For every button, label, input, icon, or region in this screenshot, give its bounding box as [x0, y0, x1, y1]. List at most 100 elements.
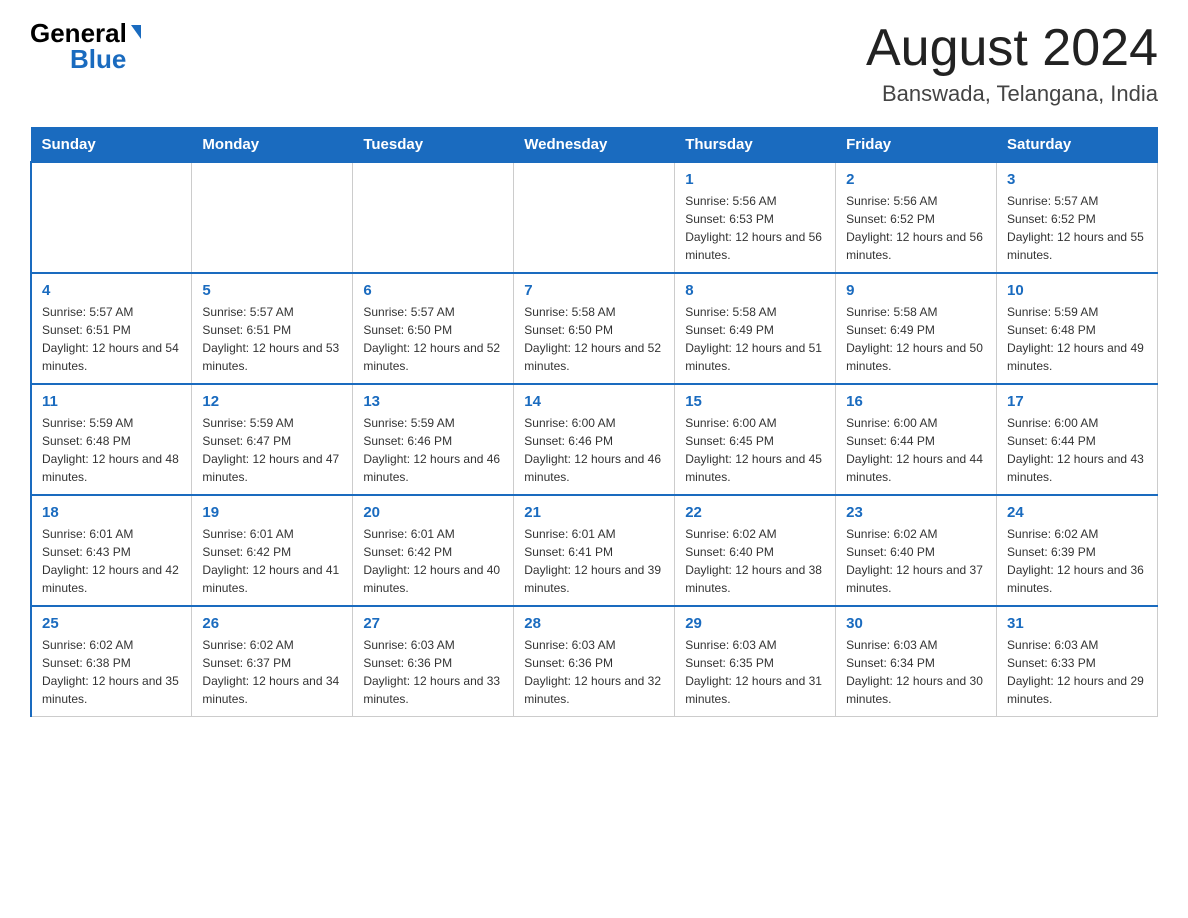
day-number: 24 [1007, 504, 1147, 521]
calendar-cell: 21 Sunrise: 6:01 AMSunset: 6:41 PMDayligh… [514, 495, 675, 606]
calendar-header-tuesday: Tuesday [353, 128, 514, 163]
calendar-cell: 7 Sunrise: 5:58 AMSunset: 6:50 PMDaylight… [514, 273, 675, 384]
day-info: Sunrise: 5:56 AMSunset: 6:53 PMDaylight:… [685, 192, 825, 264]
calendar-cell: 13 Sunrise: 5:59 AMSunset: 6:46 PMDayligh… [353, 384, 514, 495]
logo-general-text: General [30, 20, 127, 46]
calendar-week-row: 4 Sunrise: 5:57 AMSunset: 6:51 PMDaylight… [31, 273, 1158, 384]
day-number: 28 [524, 615, 664, 632]
day-info: Sunrise: 5:57 AMSunset: 6:52 PMDaylight:… [1007, 192, 1147, 264]
day-info: Sunrise: 5:58 AMSunset: 6:49 PMDaylight:… [846, 303, 986, 375]
calendar-cell: 19 Sunrise: 6:01 AMSunset: 6:42 PMDayligh… [192, 495, 353, 606]
day-info: Sunrise: 5:59 AMSunset: 6:47 PMDaylight:… [202, 414, 342, 486]
day-number: 10 [1007, 282, 1147, 299]
day-number: 23 [846, 504, 986, 521]
day-info: Sunrise: 5:58 AMSunset: 6:49 PMDaylight:… [685, 303, 825, 375]
calendar-cell: 24 Sunrise: 6:02 AMSunset: 6:39 PMDayligh… [997, 495, 1158, 606]
page-header: General Blue August 2024 Banswada, Telan… [30, 20, 1158, 107]
day-number: 14 [524, 393, 664, 410]
day-number: 4 [42, 282, 181, 299]
calendar-cell: 25 Sunrise: 6:02 AMSunset: 6:38 PMDayligh… [31, 606, 192, 717]
calendar-cell: 14 Sunrise: 6:00 AMSunset: 6:46 PMDayligh… [514, 384, 675, 495]
calendar-cell: 31 Sunrise: 6:03 AMSunset: 6:33 PMDayligh… [997, 606, 1158, 717]
day-number: 1 [685, 171, 825, 188]
calendar-cell [514, 162, 675, 273]
day-number: 17 [1007, 393, 1147, 410]
calendar-cell: 17 Sunrise: 6:00 AMSunset: 6:44 PMDayligh… [997, 384, 1158, 495]
calendar-cell [353, 162, 514, 273]
day-info: Sunrise: 5:59 AMSunset: 6:48 PMDaylight:… [1007, 303, 1147, 375]
day-number: 15 [685, 393, 825, 410]
calendar-cell: 16 Sunrise: 6:00 AMSunset: 6:44 PMDayligh… [836, 384, 997, 495]
calendar-cell: 2Sunrise: 5:56 AMSunset: 6:52 PMDaylight… [836, 162, 997, 273]
calendar-cell: 9 Sunrise: 5:58 AMSunset: 6:49 PMDaylight… [836, 273, 997, 384]
day-info: Sunrise: 6:01 AMSunset: 6:41 PMDaylight:… [524, 525, 664, 597]
calendar-cell: 30 Sunrise: 6:03 AMSunset: 6:34 PMDayligh… [836, 606, 997, 717]
day-info: Sunrise: 5:56 AMSunset: 6:52 PMDaylight:… [846, 192, 986, 264]
calendar-cell: 11Sunrise: 5:59 AMSunset: 6:48 PMDayligh… [31, 384, 192, 495]
day-number: 7 [524, 282, 664, 299]
day-info: Sunrise: 6:00 AMSunset: 6:44 PMDaylight:… [1007, 414, 1147, 486]
day-number: 6 [363, 282, 503, 299]
calendar-cell: 3 Sunrise: 5:57 AMSunset: 6:52 PMDaylight… [997, 162, 1158, 273]
calendar-header-row: SundayMondayTuesdayWednesdayThursdayFrid… [31, 128, 1158, 163]
day-info: Sunrise: 6:02 AMSunset: 6:40 PMDaylight:… [685, 525, 825, 597]
day-number: 19 [202, 504, 342, 521]
day-info: Sunrise: 5:58 AMSunset: 6:50 PMDaylight:… [524, 303, 664, 375]
day-info: Sunrise: 6:02 AMSunset: 6:38 PMDaylight:… [42, 636, 181, 708]
calendar-cell: 20Sunrise: 6:01 AMSunset: 6:42 PMDayligh… [353, 495, 514, 606]
calendar-header-friday: Friday [836, 128, 997, 163]
day-info: Sunrise: 6:02 AMSunset: 6:39 PMDaylight:… [1007, 525, 1147, 597]
day-info: Sunrise: 6:02 AMSunset: 6:37 PMDaylight:… [202, 636, 342, 708]
day-number: 9 [846, 282, 986, 299]
day-info: Sunrise: 6:00 AMSunset: 6:46 PMDaylight:… [524, 414, 664, 486]
day-number: 12 [202, 393, 342, 410]
day-number: 8 [685, 282, 825, 299]
day-info: Sunrise: 6:03 AMSunset: 6:36 PMDaylight:… [363, 636, 503, 708]
day-number: 16 [846, 393, 986, 410]
calendar-cell: 23 Sunrise: 6:02 AMSunset: 6:40 PMDayligh… [836, 495, 997, 606]
location-title: Banswada, Telangana, India [866, 81, 1158, 107]
day-info: Sunrise: 6:02 AMSunset: 6:40 PMDaylight:… [846, 525, 986, 597]
calendar-cell: 29Sunrise: 6:03 AMSunset: 6:35 PMDayligh… [675, 606, 836, 717]
calendar-cell: 8 Sunrise: 5:58 AMSunset: 6:49 PMDaylight… [675, 273, 836, 384]
day-info: Sunrise: 5:59 AMSunset: 6:46 PMDaylight:… [363, 414, 503, 486]
day-number: 27 [363, 615, 503, 632]
day-number: 18 [42, 504, 181, 521]
day-number: 22 [685, 504, 825, 521]
day-info: Sunrise: 6:01 AMSunset: 6:43 PMDaylight:… [42, 525, 181, 597]
calendar-cell: 12 Sunrise: 5:59 AMSunset: 6:47 PMDayligh… [192, 384, 353, 495]
calendar-cell: 18 Sunrise: 6:01 AMSunset: 6:43 PMDayligh… [31, 495, 192, 606]
day-info: Sunrise: 6:03 AMSunset: 6:34 PMDaylight:… [846, 636, 986, 708]
calendar-week-row: 25 Sunrise: 6:02 AMSunset: 6:38 PMDayligh… [31, 606, 1158, 717]
calendar-header-sunday: Sunday [31, 128, 192, 163]
day-number: 26 [202, 615, 342, 632]
day-info: Sunrise: 6:00 AMSunset: 6:44 PMDaylight:… [846, 414, 986, 486]
calendar-cell: 4 Sunrise: 5:57 AMSunset: 6:51 PMDaylight… [31, 273, 192, 384]
calendar-cell: 15 Sunrise: 6:00 AMSunset: 6:45 PMDayligh… [675, 384, 836, 495]
day-info: Sunrise: 6:03 AMSunset: 6:33 PMDaylight:… [1007, 636, 1147, 708]
calendar-table: SundayMondayTuesdayWednesdayThursdayFrid… [30, 127, 1158, 717]
day-info: Sunrise: 6:00 AMSunset: 6:45 PMDaylight:… [685, 414, 825, 486]
calendar-cell: 6Sunrise: 5:57 AMSunset: 6:50 PMDaylight… [353, 273, 514, 384]
calendar-header-saturday: Saturday [997, 128, 1158, 163]
calendar-cell: 5Sunrise: 5:57 AMSunset: 6:51 PMDaylight… [192, 273, 353, 384]
day-number: 13 [363, 393, 503, 410]
calendar-cell: 27 Sunrise: 6:03 AMSunset: 6:36 PMDayligh… [353, 606, 514, 717]
day-number: 21 [524, 504, 664, 521]
day-info: Sunrise: 6:03 AMSunset: 6:36 PMDaylight:… [524, 636, 664, 708]
day-number: 31 [1007, 615, 1147, 632]
day-info: Sunrise: 6:03 AMSunset: 6:35 PMDaylight:… [685, 636, 825, 708]
day-info: Sunrise: 6:01 AMSunset: 6:42 PMDaylight:… [363, 525, 503, 597]
calendar-cell: 10 Sunrise: 5:59 AMSunset: 6:48 PMDayligh… [997, 273, 1158, 384]
title-block: August 2024 Banswada, Telangana, India [866, 20, 1158, 107]
calendar-cell [192, 162, 353, 273]
day-number: 25 [42, 615, 181, 632]
day-info: Sunrise: 6:01 AMSunset: 6:42 PMDaylight:… [202, 525, 342, 597]
day-info: Sunrise: 5:59 AMSunset: 6:48 PMDaylight:… [42, 414, 181, 486]
calendar-header-wednesday: Wednesday [514, 128, 675, 163]
calendar-cell [31, 162, 192, 273]
calendar-week-row: 18 Sunrise: 6:01 AMSunset: 6:43 PMDayligh… [31, 495, 1158, 606]
day-info: Sunrise: 5:57 AMSunset: 6:51 PMDaylight:… [42, 303, 181, 375]
day-number: 3 [1007, 171, 1147, 188]
day-number: 30 [846, 615, 986, 632]
